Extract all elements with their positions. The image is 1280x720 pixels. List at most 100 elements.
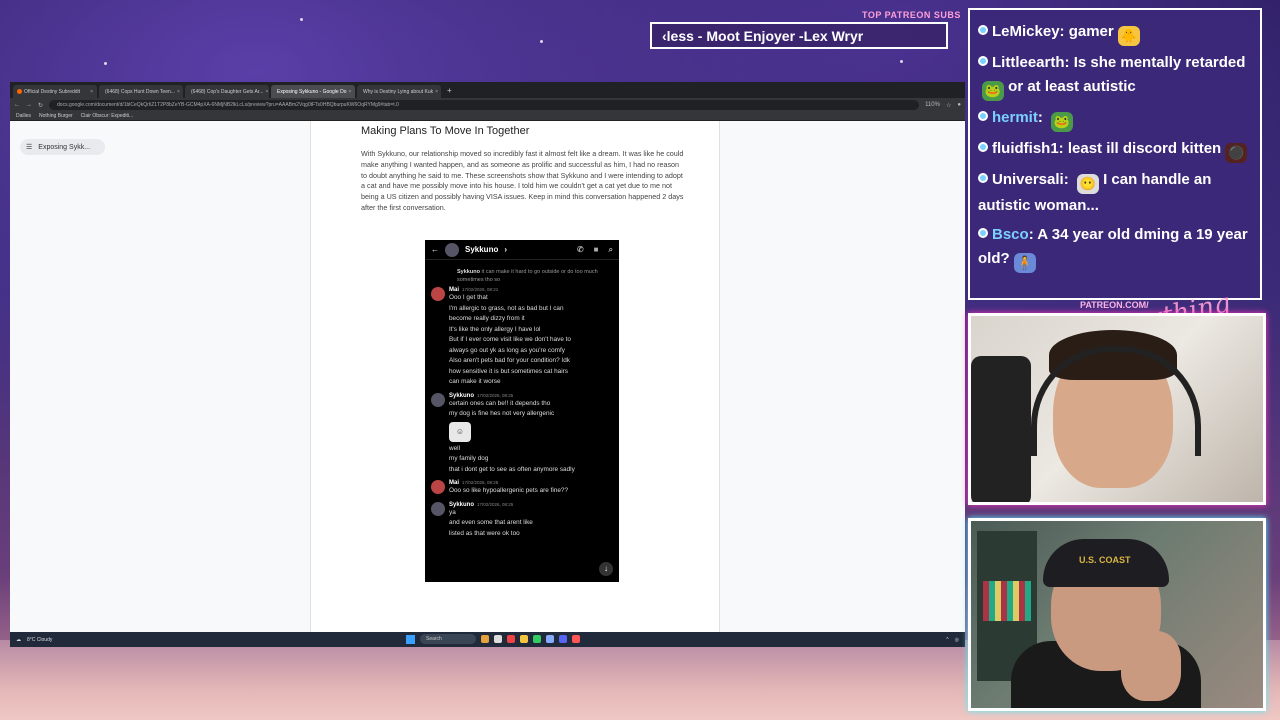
webcam-streamer [968, 313, 1266, 505]
cap-text: U.S. COAST [1079, 555, 1131, 565]
browser-tab[interactable]: Official Destiny Subreddit × [13, 85, 97, 98]
chevron-right-icon: › [504, 245, 508, 254]
star [104, 62, 107, 65]
patreon-ticker: ‹less - Moot Enjoyer -Lex Wryr [650, 22, 948, 49]
bookmark-nothing-burger[interactable]: Nothing Burger [39, 113, 73, 119]
scroll-down-icon: ↓ [599, 562, 613, 576]
chat-badge-icon [978, 56, 988, 66]
discord-header-icons: ✆ ■ ⌕ [577, 245, 613, 255]
weather-widget[interactable]: 8°C Cloudy [27, 637, 52, 643]
new-tab-button[interactable]: + [443, 86, 456, 95]
discord-message: Mai 17/02/2026, 08:21 Ooo I get that I'm … [425, 284, 619, 390]
close-tab-icon[interactable]: × [177, 89, 180, 95]
zoom-level[interactable]: 110% [925, 102, 940, 108]
google-doc-viewer: ☰ Exposing Sykk... Making Plans To Move … [10, 121, 965, 632]
bottles [983, 581, 1031, 621]
webcam-guest: U.S. COAST [968, 518, 1266, 711]
browser-tab[interactable]: Why is Destiny Lying about Kuk × [357, 85, 441, 98]
star [540, 40, 543, 43]
section-heading: Making Plans To Move In Together [361, 125, 530, 137]
outline-icon: ☰ [26, 144, 33, 151]
video-icon: ■ [593, 244, 599, 254]
sticker-emote-icon: ☺ [449, 421, 471, 442]
chrome-icon[interactable] [507, 635, 515, 643]
document-page: Making Plans To Move In Together With Sy… [310, 121, 720, 632]
chat-badge-icon [978, 173, 988, 183]
star [900, 60, 903, 63]
bookmark-star-icon[interactable]: ☆ [946, 102, 951, 109]
chat-message: Universali: 😶 I can handle an autistic w… [978, 171, 1212, 214]
document-outline-item[interactable]: ☰ Exposing Sykk... [20, 139, 105, 155]
bookmark-clair-obscur[interactable]: Clair Obscur: Expediti... [81, 113, 134, 119]
chat-message: fluidfish1: least ill discord kitten ⚫ [978, 137, 1252, 163]
chat-message: LeMickey: gamer 🐥 [978, 20, 1252, 46]
discord-message: Mai 17/02/2026, 08:25 Ooo so like hypoall… [425, 477, 619, 499]
chat-badge-icon [978, 142, 988, 152]
chat-message: hermit: 🐸 [978, 106, 1252, 132]
chat-message: Bsco: A 34 year old dming a 19 year old?… [978, 223, 1252, 273]
address-row: ← → ↻ docs.google.com/document/d/1blCeQk… [10, 98, 965, 112]
network-icon[interactable]: ◎ [955, 637, 959, 643]
file-explorer-icon[interactable] [520, 635, 528, 643]
chat-badge-icon [978, 25, 988, 35]
search-icon: ⌕ [608, 244, 613, 254]
discord-message: Sykkuno 17/02/2026, 08:25 ya and even som… [425, 499, 619, 542]
windows-taskbar: ☁ 8°C Cloudy Search ^ ◎ [10, 632, 965, 647]
phone-icon: ✆ [576, 244, 584, 254]
system-tray: ^ ◎ [946, 637, 959, 643]
browser-tab[interactable]: (6468) Cop's Daughter Gets Ar... × [185, 85, 269, 98]
emote-icon: ⚫ [1225, 143, 1248, 163]
weather-cloud-icon[interactable]: ☁ [16, 637, 21, 643]
close-tab-icon[interactable]: × [348, 89, 351, 95]
discord-message: Sykkuno 17/02/2026, 08:25 certain ones ca… [425, 390, 619, 478]
avatar [431, 501, 445, 516]
star [300, 18, 303, 21]
app-icon[interactable] [572, 635, 580, 643]
discord-icon[interactable] [559, 635, 567, 643]
close-tab-icon[interactable]: × [265, 89, 268, 95]
close-tab-icon[interactable]: × [90, 89, 93, 95]
taskbar-search[interactable]: Search [420, 634, 476, 644]
avatar [431, 392, 445, 407]
forward-icon[interactable]: → [26, 102, 32, 108]
chat-badge-icon [978, 111, 988, 121]
stream-chat: LeMickey: gamer 🐥 Littleearth: Is she men… [968, 8, 1262, 300]
reload-icon[interactable]: ↻ [38, 102, 43, 109]
chevron-up-icon[interactable]: ^ [946, 637, 948, 643]
back-icon[interactable]: ← [14, 102, 20, 108]
avatar [445, 242, 459, 257]
emote-icon: 🧍 [1013, 253, 1036, 273]
app-icon[interactable] [481, 635, 489, 643]
app-icon[interactable] [494, 635, 502, 643]
section-paragraph: With Sykkuno, our relationship moved so … [361, 149, 684, 212]
chat-message: Littleearth: Is she mentally retarded🐸 o… [978, 51, 1252, 101]
avatar [431, 480, 445, 494]
browser-tab[interactable]: (6468) Cops Hunt Down Teen... × [99, 85, 183, 98]
guest-hand [1121, 631, 1181, 701]
extensions-icon[interactable]: ● [957, 102, 961, 108]
reply-preview: Sykkuno it can make it hard to go outsid… [457, 269, 598, 283]
emote-icon: 😶 [1076, 174, 1099, 194]
emote-icon: 🐥 [1117, 26, 1140, 46]
avatar [431, 287, 445, 301]
windows-start-icon[interactable] [406, 634, 415, 644]
bookmarks-bar: Dailies Nothing Burger Clair Obscur: Exp… [10, 112, 965, 121]
emote-icon: 🐸 [982, 81, 1004, 101]
app-icon[interactable] [533, 635, 541, 643]
discord-header: ← Sykkuno › ✆ ■ ⌕ [425, 240, 619, 260]
discord-screenshot: ← Sykkuno › ✆ ■ ⌕ Sykkuno it can make it… [425, 240, 619, 582]
steam-icon[interactable] [546, 635, 554, 643]
gaming-chair [971, 356, 1031, 502]
address-bar[interactable]: docs.google.com/document/d/1blCeQkQrIiZ1… [49, 100, 920, 110]
top-patreon-subs-label: TOP PATREON SUBS [862, 10, 961, 20]
browser-window: Official Destiny Subreddit × (6468) Cops … [10, 82, 965, 632]
emote-icon: 🐸 [1051, 112, 1074, 132]
tab-bar: Official Destiny Subreddit × (6468) Cops … [10, 82, 965, 98]
reddit-icon [17, 89, 22, 94]
taskbar-center: Search [406, 634, 580, 644]
bookmark-dailies[interactable]: Dailies [16, 113, 31, 119]
close-tab-icon[interactable]: × [435, 89, 438, 95]
chat-badge-icon [978, 228, 988, 238]
back-arrow-icon: ← [431, 245, 439, 254]
browser-tab-active[interactable]: Exposing Sykkuno - Google Do × [271, 85, 355, 98]
